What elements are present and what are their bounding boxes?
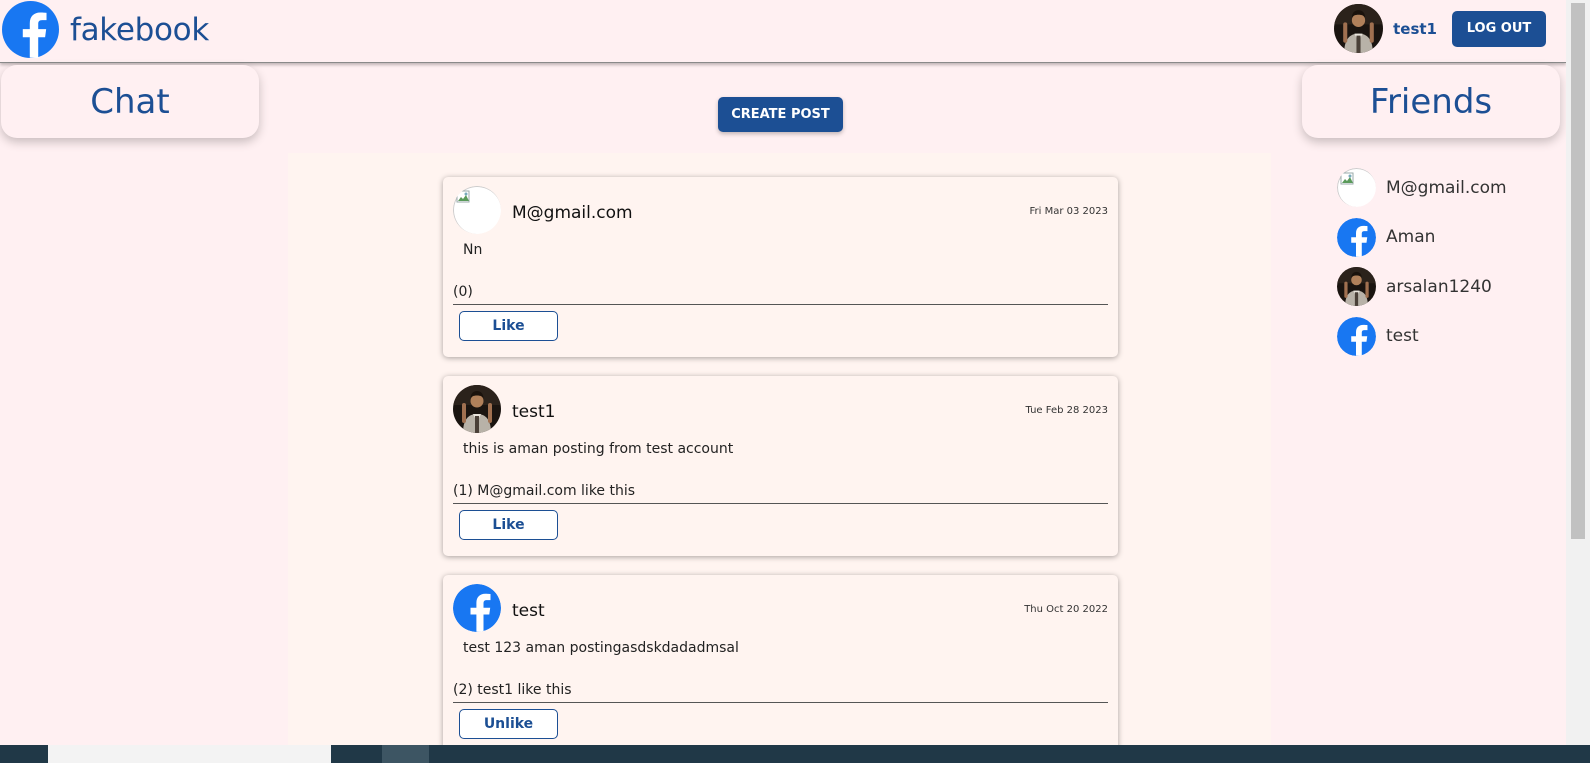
post-like-count: (0): [453, 284, 473, 300]
taskbar-search[interactable]: [48, 745, 331, 763]
broken-image-icon: [453, 186, 501, 234]
friend-item[interactable]: test: [1337, 317, 1507, 356]
friend-name: arsalan1240: [1386, 276, 1492, 297]
post-author[interactable]: M@gmail.com: [512, 203, 633, 223]
broken-image-icon: [1337, 168, 1376, 207]
friend-name: M@gmail.com: [1386, 177, 1507, 198]
post-like-count: (1) M@gmail.com like this: [453, 483, 636, 499]
top-navbar: fakebook test1 LOG OUT: [0, 0, 1566, 63]
post-body: this is aman posting from test account: [463, 441, 734, 457]
facebook-logo-icon: [1337, 218, 1376, 257]
post-like-count: (2) test1 like this: [453, 682, 572, 698]
post-author-avatar: [453, 186, 501, 234]
facebook-logo-icon: [453, 584, 501, 632]
facebook-logo-icon: [1337, 317, 1376, 356]
post-date: Fri Mar 03 2023: [1029, 206, 1109, 217]
friend-name: Aman: [1386, 227, 1436, 247]
post-divider: [453, 503, 1108, 504]
current-username[interactable]: test1: [1393, 20, 1437, 38]
brand-name: fakebook: [70, 11, 209, 48]
friend-item[interactable]: arsalan1240: [1337, 267, 1507, 306]
post-date: Tue Feb 28 2023: [1025, 405, 1109, 416]
os-taskbar: [0, 745, 1590, 763]
friend-item[interactable]: Aman: [1337, 218, 1507, 257]
post-card: M@gmail.com Fri Mar 03 2023 Nn (0) Like: [443, 177, 1118, 357]
like-button[interactable]: Like: [459, 311, 558, 341]
post-author-avatar: [453, 385, 501, 433]
post-card: test Thu Oct 20 2022 test 123 aman posti…: [443, 575, 1118, 755]
post-author[interactable]: test: [512, 601, 545, 621]
user-area: test1 LOG OUT: [1334, 4, 1546, 53]
post-author[interactable]: test1: [512, 402, 555, 422]
friend-name: test: [1386, 326, 1419, 346]
taskbar-app[interactable]: [382, 745, 429, 763]
friend-item[interactable]: M@gmail.com: [1337, 168, 1507, 207]
user-avatar[interactable]: [1334, 4, 1383, 53]
friends-panel-title: Friends: [1302, 65, 1560, 138]
friends-list: M@gmail.com Aman arsalan1240 test: [1337, 168, 1507, 366]
post-date: Thu Oct 20 2022: [1024, 604, 1108, 615]
post-divider: [453, 702, 1108, 703]
brand[interactable]: fakebook: [2, 1, 209, 58]
like-button[interactable]: Like: [459, 510, 558, 540]
logout-button[interactable]: LOG OUT: [1452, 10, 1546, 47]
facebook-logo-icon: [2, 1, 59, 58]
friend-avatar: [1337, 168, 1376, 207]
friend-avatar: [1337, 267, 1376, 306]
unlike-button[interactable]: Unlike: [459, 709, 558, 739]
scrollbar-thumb[interactable]: [1571, 3, 1585, 539]
post-body: test 123 aman postingasdskdadadmsal: [463, 640, 739, 656]
create-post-button[interactable]: CREATE POST: [718, 97, 843, 132]
post-card: test1 Tue Feb 28 2023 this is aman posti…: [443, 376, 1118, 556]
post-divider: [453, 304, 1108, 305]
chat-panel-title: Chat: [1, 65, 259, 138]
post-body: Nn: [463, 242, 483, 258]
